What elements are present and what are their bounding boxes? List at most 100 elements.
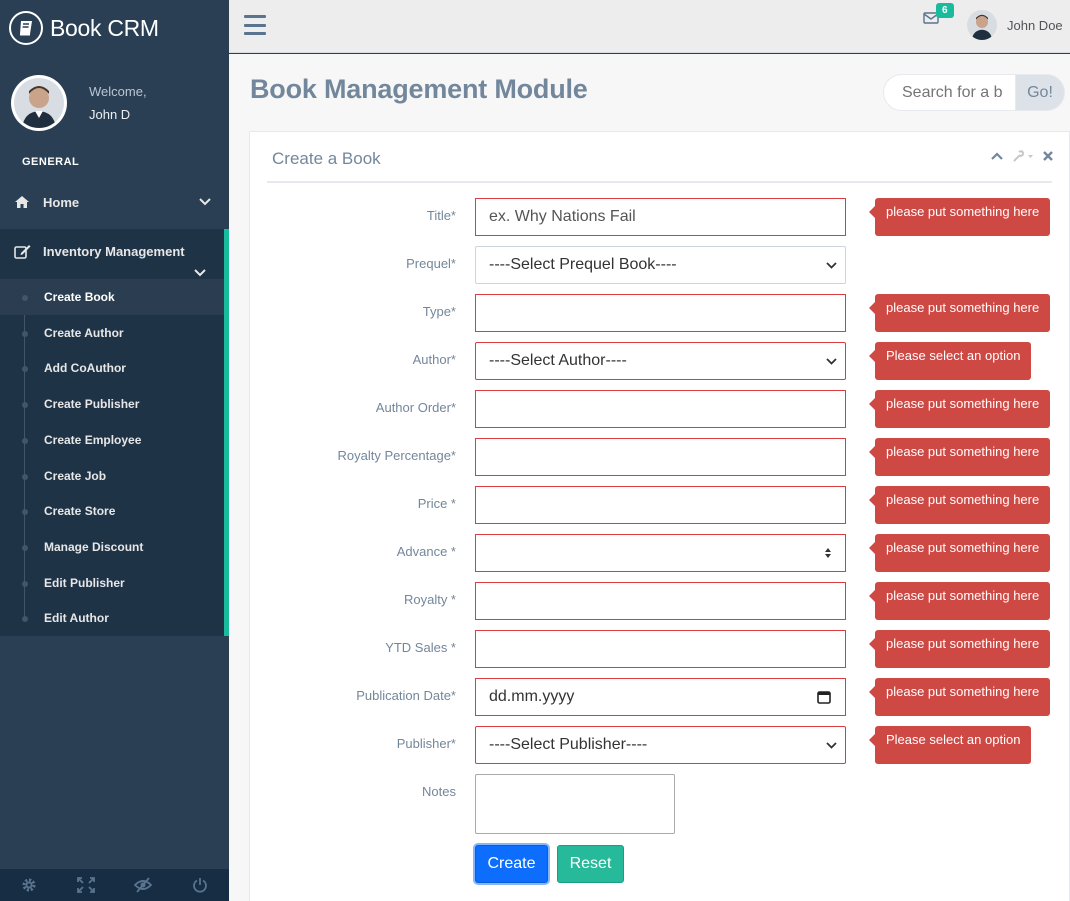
sidebar-subitem-label: Create Author <box>44 325 124 340</box>
sidebar-item-inventory[interactable]: Inventory Management <box>0 243 185 259</box>
form-row-royalty: Royalty * please put something here <box>250 582 1070 620</box>
book-icon <box>9 11 43 45</box>
reset-button[interactable]: Reset <box>557 845 624 883</box>
type-label: Type* <box>422 304 456 319</box>
type-input[interactable] <box>475 294 846 332</box>
sidebar-item-home[interactable]: Home <box>0 190 229 214</box>
main-content: Book Management Module Go! Create a Book… <box>229 54 1070 901</box>
sidebar-subitem[interactable]: Create Store <box>0 493 224 529</box>
settings-icon[interactable] <box>0 869 57 901</box>
bullet-icon <box>22 473 28 480</box>
user-name: John Doe <box>1007 17 1063 33</box>
sidebar-subitem-label: Create Book <box>44 290 115 304</box>
sidebar-subitem[interactable]: Add CoAuthor <box>0 350 224 386</box>
notes-textarea[interactable] <box>475 774 675 834</box>
sidebar-subitem[interactable]: Manage Discount <box>0 529 224 565</box>
form-row-publication-date: Publication Date* dd.mm.yyyy please put … <box>250 678 1070 716</box>
sidebar-item-label: Inventory Management <box>43 243 185 259</box>
validation-tooltip: please put something here <box>868 390 1051 428</box>
spinner-icon[interactable] <box>824 547 832 559</box>
publication-date-label: Publication Date* <box>356 688 456 703</box>
bullet-icon <box>22 366 28 373</box>
calendar-icon[interactable] <box>817 690 831 704</box>
brand[interactable]: Book CRM <box>9 10 159 46</box>
search-group: Go! <box>883 74 1065 111</box>
prequel-select[interactable]: ----Select Prequel Book---- <box>475 246 846 284</box>
sidebar-subitem-label: Create Employee <box>44 432 142 447</box>
panel-title: Create a Book <box>272 149 381 168</box>
menu-toggle-icon[interactable] <box>244 15 266 35</box>
sidebar-item-label: Home <box>43 194 80 210</box>
home-icon <box>14 194 32 210</box>
bullet-icon <box>22 330 28 337</box>
form-row-type: Type* please put something here <box>250 294 1070 332</box>
title-input[interactable]: ex. Why Nations Fail <box>475 198 846 236</box>
advance-input[interactable] <box>475 534 846 572</box>
author-order-input[interactable] <box>475 390 846 428</box>
power-icon[interactable] <box>172 869 229 901</box>
avatar <box>11 75 67 131</box>
sidebar-subitem-label: Create Store <box>44 504 116 519</box>
sidebar-subitem[interactable]: Create Employee <box>0 422 224 458</box>
user-menu[interactable]: John Doe <box>967 10 1063 40</box>
sidebar-subitem-label: Create Job <box>44 468 107 483</box>
create-book-panel: Create a Book Title* ex. Why Nations Fai… <box>249 131 1070 901</box>
sidebar-subitem[interactable]: Edit Author <box>0 600 224 636</box>
welcome-text: Welcome, <box>89 84 147 99</box>
sidebar-subitem-label: Create Publisher <box>44 397 140 412</box>
sidebar-subitem[interactable]: Edit Publisher <box>0 565 224 601</box>
validation-tooltip: please put something here <box>868 678 1051 716</box>
form-row-prequel: Prequel* ----Select Prequel Book---- <box>250 246 1070 284</box>
royalty-percentage-input[interactable] <box>475 438 846 476</box>
form-row-author-order: Author Order* please put something here <box>250 390 1070 428</box>
author-select[interactable]: ----Select Author---- <box>475 342 846 380</box>
profile: Welcome, John D <box>11 75 147 131</box>
chevron-down-icon <box>826 261 837 269</box>
fullscreen-icon[interactable] <box>57 869 114 901</box>
price-input[interactable] <box>475 486 846 524</box>
sidebar-subitem[interactable]: Create Publisher <box>0 386 224 422</box>
bullet-icon <box>22 437 28 444</box>
sidebar-subitem[interactable]: Create Author <box>0 315 224 351</box>
divider <box>267 181 1052 183</box>
search-input[interactable] <box>883 74 1015 111</box>
edit-icon <box>14 243 32 259</box>
bullet-icon <box>22 580 28 587</box>
form-row-title: Title* ex. Why Nations Fail please put s… <box>250 198 1070 236</box>
validation-tooltip: Please select an option <box>868 342 1032 380</box>
chevron-down-icon <box>826 357 837 365</box>
author-order-label: Author Order* <box>375 400 456 415</box>
author-label: Author* <box>412 352 456 367</box>
sidebar-subitem[interactable]: Create Book <box>0 279 224 315</box>
notes-label: Notes <box>422 784 456 799</box>
form-row-price: Price * please put something here <box>250 486 1070 524</box>
form-row-advance: Advance * please put something here <box>250 534 1070 572</box>
publication-date-input[interactable]: dd.mm.yyyy <box>475 678 846 716</box>
validation-tooltip: please put something here <box>868 582 1051 620</box>
bullet-icon <box>22 402 28 409</box>
royalty-percentage-label: Royalty Percentage* <box>337 448 456 463</box>
chevron-down-icon <box>826 741 837 749</box>
royalty-label: Royalty * <box>403 592 456 607</box>
wrench-icon[interactable] <box>1012 150 1034 162</box>
bullet-icon <box>22 616 28 623</box>
create-button[interactable]: Create <box>475 845 548 883</box>
sidebar-subitem-label: Edit Publisher <box>44 575 125 590</box>
search-button[interactable]: Go! <box>1015 74 1065 111</box>
eye-slash-icon[interactable] <box>115 869 172 901</box>
sidebar-subitem[interactable]: Create Job <box>0 458 224 494</box>
form-row-publisher: Publisher* ----Select Publisher---- Plea… <box>250 726 1070 764</box>
publisher-label: Publisher* <box>396 736 456 751</box>
ytd-sales-input[interactable] <box>475 630 846 668</box>
profile-name: John D <box>89 107 131 122</box>
royalty-input[interactable] <box>475 582 846 620</box>
form-row-ytd-sales: YTD Sales * please put something here <box>250 630 1070 668</box>
chevron-down-icon <box>194 269 206 277</box>
ytd-sales-label: YTD Sales * <box>385 640 456 655</box>
close-icon[interactable] <box>1043 151 1053 161</box>
validation-tooltip: please put something here <box>868 438 1051 476</box>
publisher-select[interactable]: ----Select Publisher---- <box>475 726 846 764</box>
page-title: Book Management Module <box>250 74 588 104</box>
chevron-up-icon[interactable] <box>991 152 1003 160</box>
sidebar-subitem-label: Manage Discount <box>44 539 144 554</box>
